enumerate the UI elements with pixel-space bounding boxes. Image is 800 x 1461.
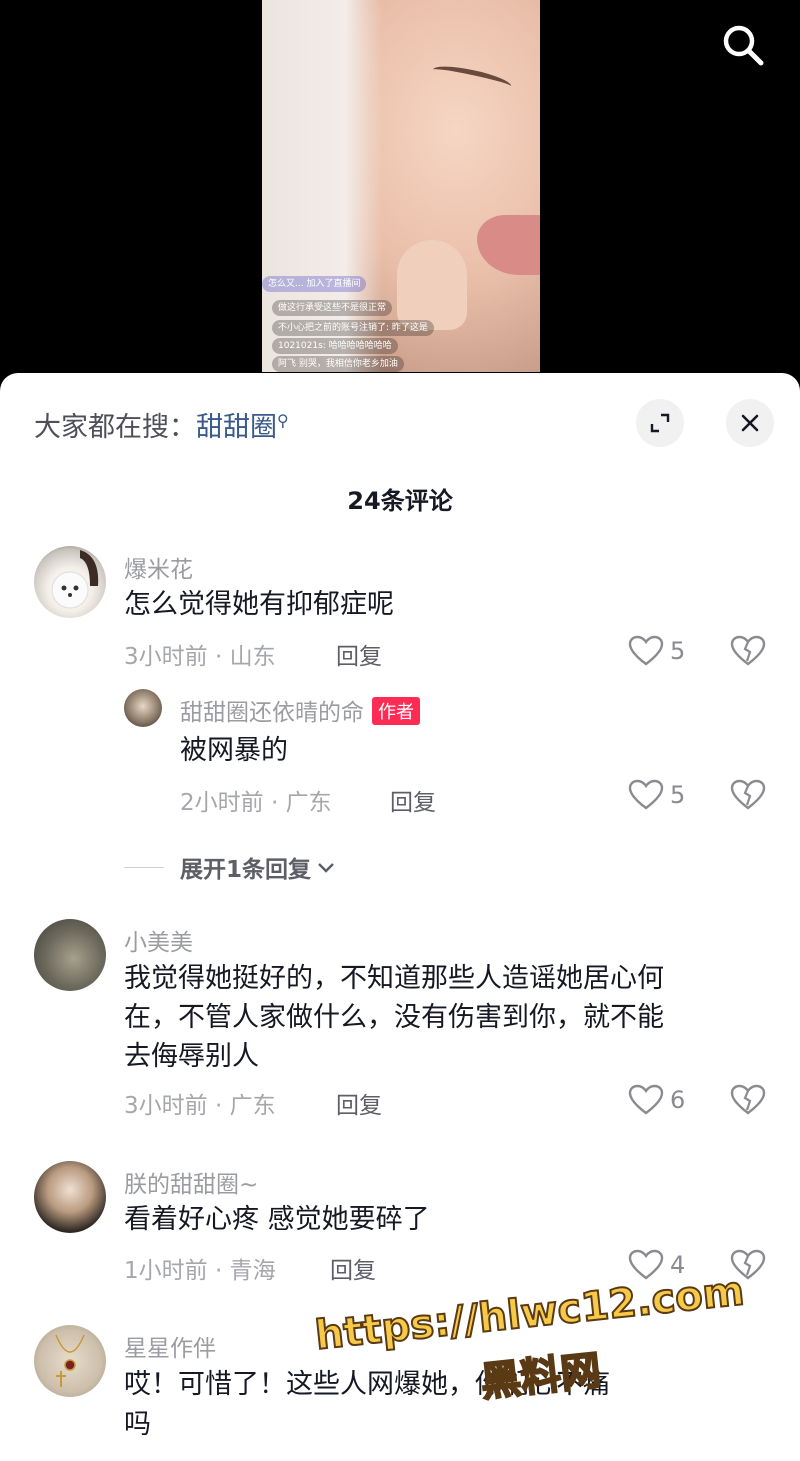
video-hand-shape <box>397 240 467 330</box>
reply-username[interactable]: 甜甜圈还依晴的命 作者 <box>180 693 420 727</box>
video-hair-shape <box>262 0 382 372</box>
comment-text-line: 去侮辱别人 <box>124 1041 259 1072</box>
live-chat-message: 做这行承受这些不是很正常 <box>272 300 393 316</box>
comment-text-line: 哎！可惜了！这些人网爆她，你们心不痛 <box>124 1369 610 1400</box>
reply-meta: 2小时前 · 广东 <box>180 790 332 816</box>
reply-button[interactable]: 回复 <box>390 783 436 817</box>
broken-heart-icon <box>730 779 766 810</box>
dislike-button[interactable] <box>730 1084 766 1120</box>
comment-meta: 3小时前 · 广东 <box>124 1093 276 1119</box>
live-join-message: 怎么又... 加入了直播间 <box>262 276 367 292</box>
hot-search-bar[interactable]: 大家都在搜：甜甜圈⚲ <box>34 405 289 444</box>
video-player[interactable]: 怎么又... 加入了直播间 做这行承受这些不是很正常 不小心把之前的账号注销了:… <box>0 0 800 390</box>
dislike-button[interactable] <box>730 1249 766 1285</box>
comment-username[interactable]: 朕的甜甜圈~ <box>124 1165 258 1199</box>
expand-replies-button[interactable]: 展开1条回复 <box>124 850 337 884</box>
expand-icon <box>650 413 670 433</box>
comment-username[interactable]: 爆米花 <box>124 550 193 584</box>
comment-meta: 3小时前 · 山东 <box>124 644 276 670</box>
like-button[interactable]: 5 <box>628 635 685 667</box>
reply-text: 被网暴的 <box>180 735 288 766</box>
dislike-button[interactable] <box>730 779 766 815</box>
broken-heart-icon <box>730 1084 766 1115</box>
divider-line <box>124 866 164 868</box>
avatar[interactable] <box>34 1161 106 1233</box>
comment-text-line: 在，不管人家做什么，没有伤害到你，就不能 <box>124 1002 664 1033</box>
video-lips-shape <box>477 215 540 275</box>
heart-icon <box>628 635 664 666</box>
comment-text-line: 吗 <box>124 1409 151 1440</box>
close-icon <box>741 414 759 432</box>
like-count: 5 <box>670 781 686 809</box>
broken-heart-icon <box>730 635 766 666</box>
comment-text: 看着好心疼 感觉她要碎了 <box>124 1204 430 1235</box>
comment-panel: 大家都在搜：甜甜圈⚲ 24条评论 爆米花 怎么觉得她有抑郁症呢 3小时前 · 山… <box>0 373 800 1461</box>
comment-meta: 1小时前 · 青海 <box>124 1258 276 1284</box>
dislike-button[interactable] <box>730 635 766 671</box>
small-search-icon: ⚲ <box>277 411 289 430</box>
avatar[interactable] <box>34 1325 106 1397</box>
comment-username[interactable]: 星星作伴 <box>124 1329 216 1363</box>
expand-panel-button[interactable] <box>636 399 684 447</box>
like-button[interactable]: 6 <box>628 1084 685 1116</box>
chevron-down-icon <box>318 863 334 873</box>
avatar[interactable] <box>34 919 106 991</box>
video-eye-shape <box>431 61 513 95</box>
heart-icon <box>628 1249 664 1280</box>
comment-count-title: 24条评论 <box>347 487 453 515</box>
reply-button[interactable]: 回复 <box>336 1086 382 1120</box>
avatar[interactable] <box>34 546 106 618</box>
like-button[interactable]: 5 <box>628 779 685 811</box>
like-button[interactable]: 4 <box>628 1249 685 1281</box>
reply-button[interactable]: 回复 <box>336 637 382 671</box>
heart-icon <box>628 779 664 810</box>
avatar[interactable] <box>124 689 162 727</box>
search-icon[interactable] <box>720 22 766 68</box>
like-count: 5 <box>670 637 686 665</box>
expand-replies-label: 展开1条回复 <box>180 857 312 883</box>
hot-search-prefix: 大家都在搜： <box>34 412 196 443</box>
live-video-frame: 怎么又... 加入了直播间 做这行承受这些不是很正常 不小心把之前的账号注销了:… <box>262 0 540 372</box>
like-count: 4 <box>670 1251 686 1279</box>
close-panel-button[interactable] <box>726 399 774 447</box>
live-chat-message: 不小心把之前的账号注销了: 昨了这是 <box>272 320 434 336</box>
live-chat-message: 阿飞 别哭，我相信你老乡加油 <box>272 356 404 372</box>
heart-icon <box>628 1084 664 1115</box>
hot-search-keyword[interactable]: 甜甜圈 <box>196 412 277 443</box>
comment-text-line: 我觉得她挺好的，不知道那些人造谣她居心何 <box>124 963 664 994</box>
live-chat-message: 1021021s: 哈哈哈哈哈哈哈 <box>272 338 398 354</box>
comment-text: 怎么觉得她有抑郁症呢 <box>124 589 394 620</box>
like-count: 6 <box>670 1086 686 1114</box>
comment-username[interactable]: 小美美 <box>124 923 193 957</box>
author-badge: 作者 <box>372 697 420 725</box>
broken-heart-icon <box>730 1249 766 1280</box>
reply-button[interactable]: 回复 <box>330 1251 376 1285</box>
